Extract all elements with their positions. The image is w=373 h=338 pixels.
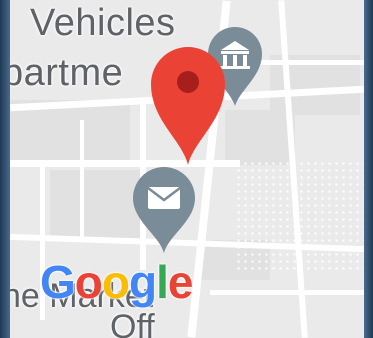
selected-location-marker[interactable] xyxy=(148,42,228,167)
location-pin-icon xyxy=(151,47,225,165)
logo-letter: e xyxy=(167,256,194,308)
google-logo: Google xyxy=(40,255,194,309)
logo-letter: o xyxy=(101,256,130,308)
place-label-office: Off xyxy=(110,308,155,338)
post-office-marker[interactable] xyxy=(129,163,199,255)
place-label-vehicles: Vehicles xyxy=(30,2,176,44)
city-block xyxy=(225,110,295,165)
place-label-department: bartme xyxy=(10,52,124,94)
road xyxy=(210,290,364,295)
logo-letter: o xyxy=(74,256,103,308)
logo-letter: g xyxy=(129,256,157,308)
road xyxy=(80,120,84,240)
left-border xyxy=(0,0,10,338)
logo-letter: l xyxy=(156,256,169,308)
logo-letter: G xyxy=(40,256,76,308)
right-border xyxy=(364,0,373,338)
map-canvas[interactable]: Vehicles bartme ne Market Off Google xyxy=(10,0,364,338)
mail-icon xyxy=(147,187,181,209)
marker-pin-shape xyxy=(133,167,195,253)
pin-center-dot xyxy=(177,71,199,93)
city-block xyxy=(50,170,140,240)
